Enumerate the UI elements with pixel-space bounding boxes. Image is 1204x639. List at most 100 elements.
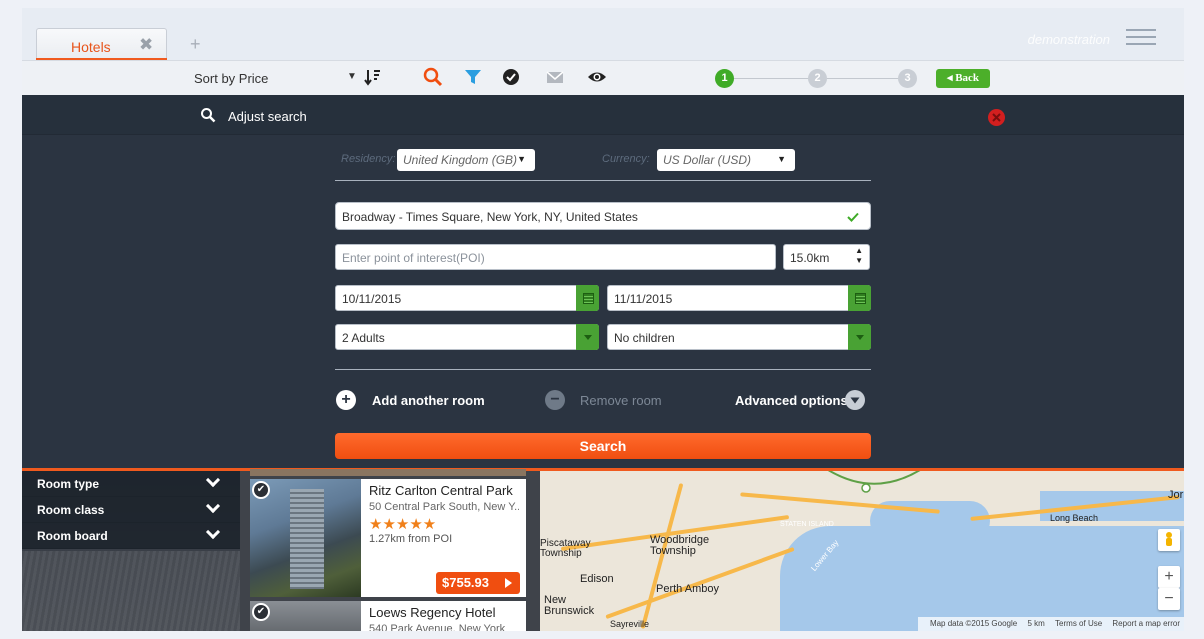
calendar-icon[interactable]	[848, 285, 871, 311]
chevron-down-icon	[205, 498, 221, 514]
children-select[interactable]: No children	[607, 324, 871, 350]
check-circle-icon[interactable]	[500, 66, 522, 88]
toolbar: Sort by Price ▼ 1 2 3 ◂ Back	[22, 60, 1184, 95]
adults-select[interactable]: 2 Adults	[335, 324, 599, 350]
chevron-down-icon	[205, 524, 221, 540]
filter-background-image	[22, 551, 240, 631]
chevron-down-icon: ▼	[777, 154, 786, 164]
add-room-icon[interactable]: +	[336, 390, 356, 410]
search-radius-circle	[828, 471, 921, 493]
zoom-out-button[interactable]: −	[1158, 588, 1180, 610]
tab-bar: Hotels ✖ + demonstration	[22, 8, 1184, 61]
advanced-options-button[interactable]: Advanced options	[735, 393, 848, 408]
map-attribution: Map data ©2015 Google 5 km Terms of Use …	[917, 617, 1184, 631]
residency-label: Residency:	[341, 153, 396, 165]
hotel-address: 540 Park Avenue, New York	[369, 623, 506, 631]
stepper-arrows-icon[interactable]: ▲ ▼	[855, 246, 863, 266]
map-scale: 5 km	[1027, 619, 1045, 628]
tab-hotels[interactable]: Hotels ✖	[36, 28, 167, 61]
calendar-icon[interactable]	[576, 285, 599, 311]
chevron-down-icon[interactable]	[576, 324, 599, 350]
filter-label: Room class	[37, 503, 105, 517]
report-error-link[interactable]: Report a map error	[1112, 619, 1180, 628]
residency-select[interactable]: United Kingdom (GB) ▼	[397, 149, 535, 171]
step-1[interactable]: 1	[715, 69, 734, 88]
hotel-card[interactable]: ✔ Loews Regency Hotel 540 Park Avenue, N…	[250, 601, 526, 631]
step-2[interactable]: 2	[808, 69, 827, 88]
poi-input[interactable]: Enter point of interest(POI)	[335, 244, 776, 270]
map[interactable]: Piscataway Township Woodbridge Township …	[540, 471, 1184, 631]
sort-caret-icon[interactable]: ▼	[347, 71, 357, 82]
hotel-name[interactable]: Ritz Carlton Central Park	[369, 483, 513, 498]
close-icon[interactable]	[988, 109, 1005, 126]
check-circle-icon[interactable]: ✔	[252, 603, 270, 621]
destination-value: Broadway - Times Square, New York, NY, U…	[342, 210, 638, 224]
map-label: Long Beach	[1050, 513, 1099, 523]
radius-value: 15.0km	[790, 251, 830, 265]
currency-label: Currency:	[602, 153, 650, 165]
tab-close-icon[interactable]: ✖	[139, 35, 153, 55]
divider	[335, 180, 871, 181]
search-button[interactable]: Search	[335, 433, 871, 459]
step-connector	[827, 78, 905, 79]
back-button[interactable]: ◂ Back	[936, 69, 990, 88]
results-list[interactable]: ✔ Ritz Carlton Central Park 50 Central P…	[240, 469, 540, 631]
hotel-name[interactable]: Loews Regency Hotel	[369, 605, 495, 620]
filter-label: Room type	[37, 477, 100, 491]
hotel-card[interactable]: ✔ Ritz Carlton Central Park 50 Central P…	[250, 479, 526, 597]
checkout-date-field[interactable]: 11/11/2015	[607, 285, 871, 311]
map-label: STATEN ISLAND	[780, 521, 834, 528]
filter-room-class[interactable]: Room class	[22, 497, 240, 523]
sort-direction-icon[interactable]	[362, 66, 384, 88]
map-label: Jor	[1168, 489, 1184, 501]
adjust-search-label[interactable]: Adjust search	[228, 109, 307, 124]
filter-icon[interactable]	[462, 66, 484, 88]
residency-value: United Kingdom (GB)	[403, 153, 518, 167]
map-label: Sayreville	[610, 619, 650, 629]
list-item[interactable]	[250, 469, 526, 476]
add-room-button[interactable]: Add another room	[372, 393, 485, 408]
currency-select[interactable]: US Dollar (USD) ▼	[657, 149, 795, 171]
search-icon[interactable]	[422, 66, 444, 88]
chevron-down-icon	[205, 472, 221, 488]
checkin-value: 10/11/2015	[342, 292, 402, 306]
search-form: Residency: United Kingdom (GB) ▼ Currenc…	[335, 135, 871, 468]
sort-select[interactable]: Sort by Price	[194, 71, 268, 86]
check-icon	[847, 212, 859, 222]
adults-value: 2 Adults	[342, 331, 385, 345]
checkin-date-field[interactable]: 10/11/2015	[335, 285, 599, 311]
tab-hotels-label: Hotels	[71, 39, 111, 55]
eye-icon[interactable]	[586, 66, 608, 88]
remove-room-button[interactable]: Remove room	[580, 393, 662, 408]
radius-stepper[interactable]: 15.0km ▲ ▼	[783, 244, 870, 270]
filter-room-board[interactable]: Room board	[22, 523, 240, 549]
chevron-down-icon[interactable]	[848, 324, 871, 350]
street-view-pegman-icon[interactable]	[1158, 529, 1180, 551]
step-3[interactable]: 3	[898, 69, 917, 88]
filter-label: Room board	[37, 529, 108, 543]
currency-value: US Dollar (USD)	[663, 153, 752, 167]
search-panel: Adjust search Residency: United Kingdom …	[22, 95, 1184, 468]
zoom-in-button[interactable]: +	[1158, 566, 1180, 588]
map-label: Woodbridge Township	[650, 534, 710, 557]
price-button[interactable]: $755.93	[436, 572, 520, 594]
app-frame: Hotels ✖ + demonstration Sort by Price ▼	[22, 8, 1184, 631]
search-icon[interactable]	[200, 107, 216, 123]
star-rating: ★★★★★	[369, 516, 437, 533]
hamburger-menu-icon[interactable]	[1126, 29, 1156, 49]
add-tab-icon[interactable]: +	[190, 34, 201, 55]
check-circle-icon[interactable]: ✔	[252, 481, 270, 499]
brand-text: demonstration	[1027, 32, 1110, 47]
hotel-distance: 1.27km from POI	[369, 533, 453, 545]
map-data-text: Map data ©2015 Google	[929, 619, 1018, 628]
filter-room-type[interactable]: Room type	[22, 471, 240, 497]
map-label: Edison	[580, 573, 614, 585]
terms-link[interactable]: Terms of Use	[1055, 619, 1102, 628]
map-water	[780, 526, 1184, 631]
envelope-icon[interactable]	[544, 66, 566, 88]
remove-room-icon[interactable]: −	[545, 390, 565, 410]
destination-input[interactable]: Broadway - Times Square, New York, NY, U…	[335, 202, 871, 230]
chevron-down-icon[interactable]	[845, 390, 865, 410]
hotel-address: 50 Central Park South, New Y...	[369, 501, 519, 513]
map-label: Perth Amboy	[656, 583, 719, 595]
